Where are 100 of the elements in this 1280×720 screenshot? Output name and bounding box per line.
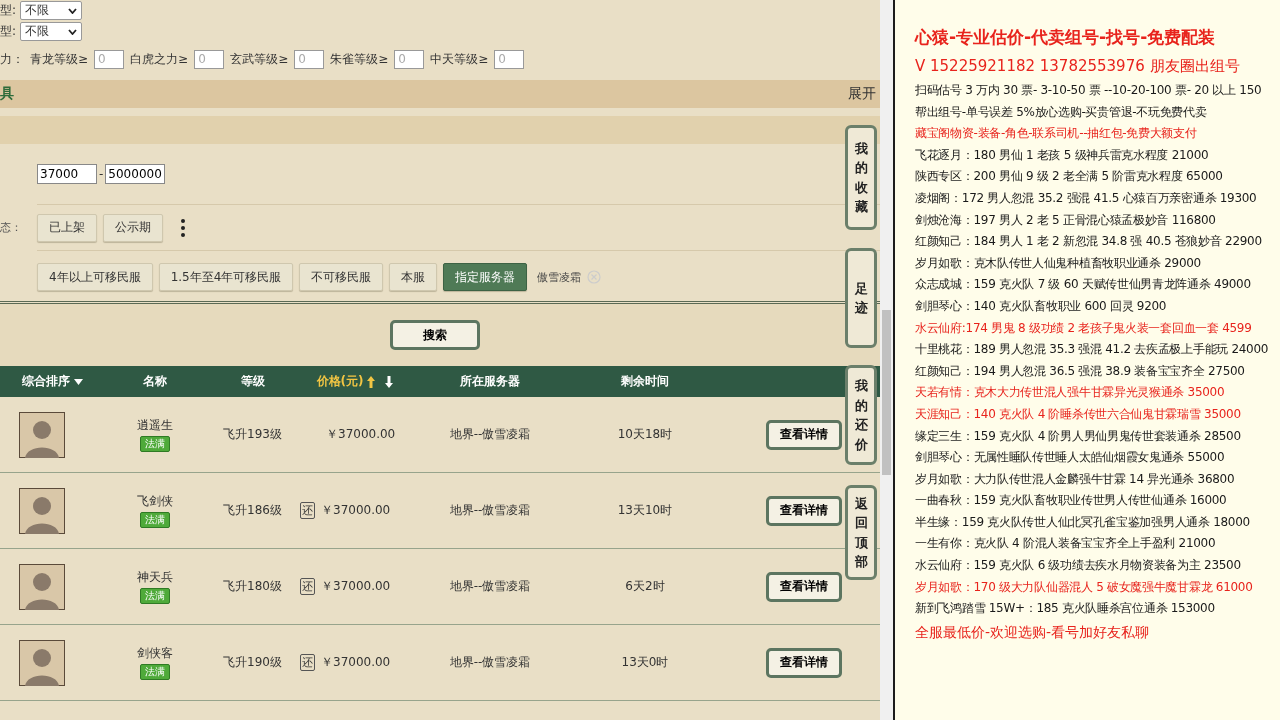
- range-separator: -: [99, 167, 104, 181]
- section-title: 具: [0, 85, 14, 103]
- scrollbar[interactable]: [880, 0, 893, 720]
- document-line: 飞花逐月：180 男仙 1 老孩 5 级神兵雷克水程度 21000: [915, 146, 1210, 164]
- expand-link[interactable]: 展开: [848, 85, 876, 103]
- character-name[interactable]: 神天兵: [137, 569, 173, 586]
- document-line: 半生缘：159 克火队传世人仙北冥孔雀宝鉴加强男人通杀 18000: [915, 513, 1251, 531]
- document-line: 红颜知己：184 男人 1 老 2 新忽混 34.8 强 40.5 苍狼妙音 22900: [915, 233, 1263, 251]
- server-cell-text: 地界--傲雪凌霜: [448, 426, 532, 443]
- details-button[interactable]: 查看详情: [766, 571, 842, 602]
- document-line: 天若有情：克木大力传世混人强牛甘霖异光灵猴通杀 35000: [915, 384, 1226, 402]
- level-label: 青龙等级≥: [30, 50, 89, 68]
- document-line: 剑胆琴心：无属性睡队传世睡人太皓仙烟霞女鬼通杀 55000: [915, 449, 1226, 467]
- level-label: 中天等级≥: [430, 50, 489, 68]
- document-line: 扫码估号 3 万内 30 票- 3-10-50 票 --10-20-100 票- 20 以上 150: [915, 82, 1263, 99]
- document-line: 缘定三生：159 克火队 4 阶男人男仙男鬼传世套装通杀 28500: [915, 427, 1242, 445]
- server-option[interactable]: 不可移民服: [299, 263, 384, 291]
- character-name[interactable]: 剑侠客: [137, 645, 173, 662]
- price-cell: ￥37000.00: [321, 654, 391, 671]
- document-line: 新到飞鸿踏雪 15W+：185 克火队睡杀宫位通杀 153000: [915, 600, 1216, 618]
- details-button[interactable]: 查看详情: [766, 419, 842, 450]
- document-line: 岁月如歌：大力队传世混人金麟强牛甘霖 14 异光通杀 36800: [915, 470, 1236, 488]
- document-line: 水云仙府：159 克火队 6 级功绩去疾水月物资装备为主 23500: [915, 557, 1242, 575]
- level-input[interactable]: 0: [494, 49, 525, 69]
- class-tag: 法满: [140, 588, 170, 604]
- column-header[interactable]: 综合排序: [22, 373, 70, 390]
- document-line: 岁月如歌：克木队传世人仙鬼种植畜牧职业通杀 29000: [915, 254, 1202, 272]
- filter-label: 型:: [0, 2, 17, 19]
- type-select[interactable]: 不限: [20, 1, 83, 20]
- side-tab[interactable]: 足迹: [845, 248, 877, 348]
- level-cell-text: 飞升180级: [222, 578, 283, 595]
- column-header[interactable]: 所在服务器: [460, 373, 520, 390]
- level-input[interactable]: 0: [294, 49, 325, 69]
- character-name[interactable]: 飞剑侠: [137, 493, 173, 510]
- document-line: 众志成城：159 克火队 7 级 60 天赋传世仙男青龙阵通杀 49000: [915, 276, 1252, 294]
- details-button[interactable]: 查看详情: [766, 647, 842, 678]
- document-line: V 15225921182 13782553976 朋友圈出组号: [915, 56, 1241, 77]
- document-line: 水云仙府:174 男鬼 8 级功绩 2 老孩子鬼火装一套回血一套 4599: [915, 319, 1253, 337]
- level-input[interactable]: 0: [194, 49, 225, 69]
- class-tag: 法满: [140, 512, 170, 528]
- avatar-icon: [19, 563, 65, 610]
- price-cell: ￥37000.00: [321, 578, 391, 595]
- more-icon[interactable]: [181, 218, 185, 237]
- column-header[interactable]: 价格(元): [316, 373, 364, 390]
- price-min-input[interactable]: 37000: [37, 164, 97, 184]
- status-option[interactable]: 已上架: [37, 213, 97, 242]
- level-label: 白虎之力≥: [130, 50, 189, 68]
- caret-icon: [74, 378, 83, 385]
- server-cell-text: 地界--傲雪凌霜: [448, 578, 532, 595]
- document-line: 天涯知己：140 克火队 4 阶睡杀传世六合仙鬼甘霖瑞雪 35000: [915, 405, 1242, 423]
- level-cell-text: 飞升186级: [222, 502, 283, 519]
- column-header[interactable]: 等级: [240, 373, 265, 390]
- type-select[interactable]: 不限: [20, 22, 83, 41]
- filter-label: 力：: [0, 50, 24, 68]
- counter-offer-badge: 还: [300, 502, 315, 519]
- time-cell-text: 13天0时: [620, 654, 670, 671]
- filter-label: 态：: [0, 220, 22, 235]
- level-cell-text: 飞升190级: [222, 654, 283, 671]
- counter-offer-badge: 还: [300, 578, 315, 595]
- side-tab[interactable]: 我的还价: [845, 365, 877, 465]
- sort-arrows-icon[interactable]: [367, 375, 394, 388]
- chosen-server: 傲雪凌霜: [537, 269, 582, 285]
- document-line: 心猿-专业估价-代卖组号-找号-免费配装: [915, 26, 1217, 49]
- side-tab[interactable]: 返回顶部: [845, 485, 877, 580]
- level-label: 玄武等级≥: [230, 50, 289, 68]
- server-option[interactable]: 4年以上可移民服: [37, 263, 153, 291]
- level-cell-text: 飞升193级: [222, 426, 283, 443]
- server-cell-text: 地界--傲雪凌霜: [448, 502, 532, 519]
- side-tab[interactable]: 我的收藏: [845, 125, 877, 230]
- document-line: 红颜知己：194 男人忽混 36.5 强混 38.9 装备宝宝齐全 27500: [915, 362, 1246, 380]
- server-option[interactable]: 指定服务器: [443, 263, 528, 291]
- details-button[interactable]: 查看详情: [766, 495, 842, 526]
- document-line: 帮出组号-单号误差 5%放心选购-买贵管退-不玩免费代卖: [915, 103, 1208, 121]
- price-cell: ￥37000.00: [321, 502, 391, 519]
- character-name[interactable]: 逍遥生: [137, 417, 173, 434]
- document-line: 岁月如歌：170 级大力队仙器混人 5 破女魔强牛魔甘霖龙 61000: [915, 578, 1254, 596]
- column-header[interactable]: 名称: [143, 373, 167, 390]
- document-line: 陕西专区：200 男仙 9 级 2 老全满 5 阶雷克水程度 65000: [915, 168, 1224, 186]
- server-option[interactable]: 本服: [389, 263, 438, 291]
- level-label: 朱雀等级≥: [330, 50, 389, 68]
- document-line: 剑胆琴心：140 克火队畜牧职业 600 回灵 9200: [915, 297, 1168, 315]
- class-tag: 法满: [140, 664, 170, 680]
- level-input[interactable]: 0: [394, 49, 425, 69]
- server-cell-text: 地界--傲雪凌霜: [448, 654, 532, 671]
- document-line: 藏宝阁物资-装备-角色-联系司机--抽红包-免费大额支付: [915, 125, 1198, 143]
- class-tag: 法满: [140, 436, 170, 452]
- level-input[interactable]: 0: [94, 49, 125, 69]
- time-cell-text: 6天2时: [624, 578, 666, 595]
- chevron-icon: [68, 7, 78, 14]
- column-header[interactable]: 剩余时间: [621, 373, 669, 390]
- avatar-icon: [19, 487, 65, 534]
- price-cell: ￥37000.00: [326, 426, 396, 443]
- document-line: 一曲春秋：159 克火队畜牧职业传世男人传世仙通杀 16000: [915, 492, 1228, 510]
- time-cell-text: 10天18时: [616, 426, 674, 443]
- search-button[interactable]: 搜索: [389, 320, 480, 350]
- status-option[interactable]: 公示期: [103, 213, 163, 242]
- price-max-input[interactable]: 5000000: [105, 164, 166, 184]
- chevron-icon: [68, 28, 78, 35]
- document-line: 剑烛沧海：197 男人 2 老 5 正骨混心猿孟极妙音 116800: [915, 211, 1217, 229]
- server-option[interactable]: 1.5年至4年可移民服: [158, 263, 294, 291]
